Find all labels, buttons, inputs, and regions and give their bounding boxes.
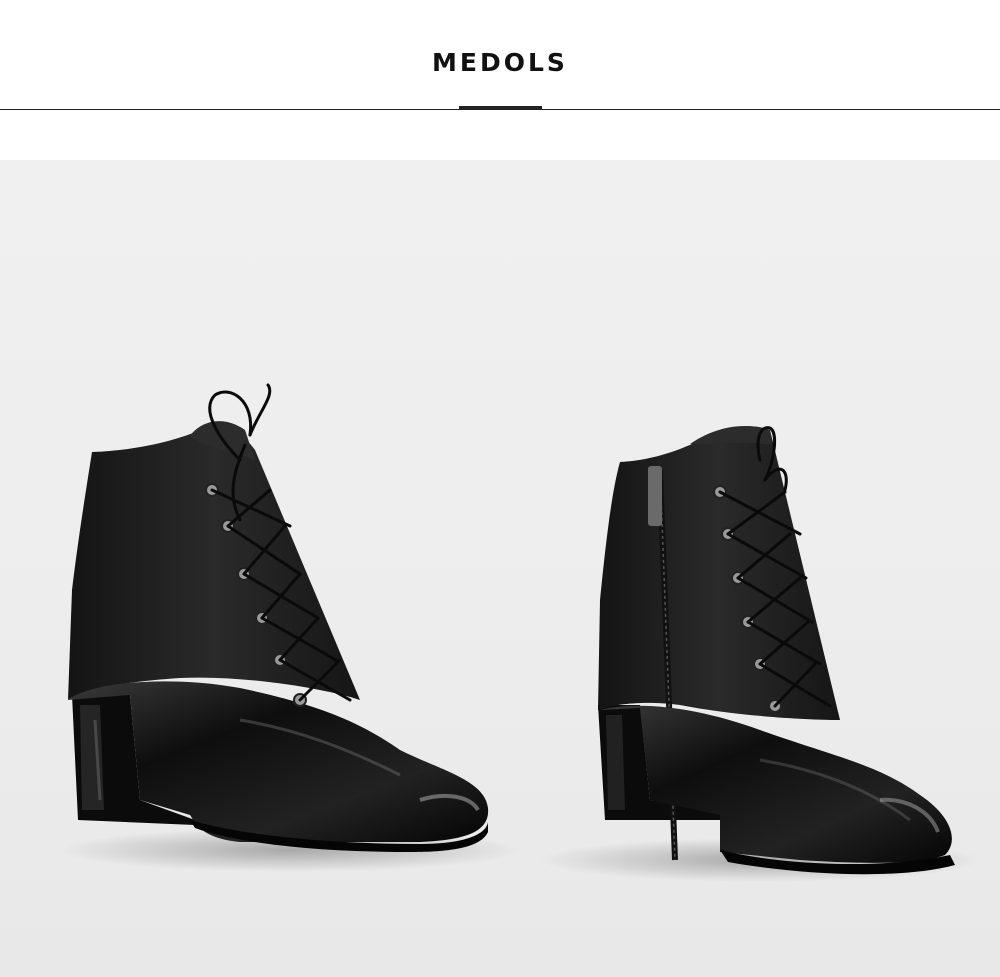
- right-boot: [540, 425, 980, 882]
- brand-title: MEDOLS: [432, 48, 568, 77]
- zipper-pull-icon: [648, 466, 662, 526]
- page-header: MEDOLS: [0, 0, 1000, 160]
- boots-illustration: [60, 383, 980, 882]
- product-photo: [0, 160, 1000, 977]
- left-boot: [60, 383, 520, 872]
- header-divider-accent: [459, 106, 542, 110]
